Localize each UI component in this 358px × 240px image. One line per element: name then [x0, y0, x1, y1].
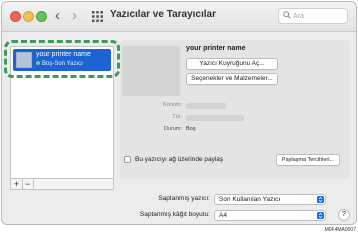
selected-printer-highlight: [4, 40, 120, 78]
sharing-preferences-button[interactable]: Paylaşma Tercihleri...: [276, 154, 340, 166]
chevron-updown-icon: [317, 212, 324, 219]
default-paper-label: Saptanmış kâğıt boyutu:: [139, 211, 210, 218]
search-input[interactable]: [293, 10, 345, 22]
printer-list-toolbar: + −: [10, 178, 114, 190]
close-window-button[interactable]: [10, 11, 21, 22]
location-label: Konum:: [163, 102, 182, 108]
type-label: Tür:: [172, 114, 182, 120]
window-title: Yazıcılar ve Tarayıcılar: [110, 9, 217, 20]
back-button[interactable]: ‹: [55, 8, 60, 23]
default-printer-value: Son Kullanılan Yazıcı: [219, 196, 281, 203]
detail-printer-name: your printer name: [186, 45, 246, 52]
default-printer-select[interactable]: Son Kullanılan Yazıcı: [214, 194, 326, 205]
options-supplies-button[interactable]: Seçenekler ve Malzemeler...: [186, 73, 278, 85]
printer-large-icon: [122, 46, 180, 96]
printers-window: ‹ › Yazıcılar ve Tarayıcılar your printe…: [1, 1, 357, 225]
zoom-window-button[interactable]: [36, 11, 47, 22]
open-print-queue-button[interactable]: Yazıcı Kuyruğunu Aç...: [186, 58, 278, 70]
share-printer-checkbox[interactable]: [124, 156, 131, 163]
type-value-redacted: [186, 115, 244, 121]
minimize-window-button[interactable]: [23, 11, 34, 22]
default-paper-value: A4: [219, 212, 227, 219]
search-icon: [283, 11, 291, 19]
status-label: Durum:: [163, 126, 182, 132]
remove-printer-button[interactable]: −: [22, 179, 34, 189]
printer-detail-panel: your printer name Yazıcı Kuyruğunu Aç...…: [120, 40, 350, 179]
default-printer-label: Saptanmış yazıcı:: [158, 195, 210, 202]
location-value-redacted: [186, 103, 226, 109]
chevron-updown-icon: [317, 196, 324, 203]
share-printer-label: Bu yazıcıyı ağ üzerinde paylaş: [135, 156, 224, 163]
image-reference-code: M0F4MA0007: [324, 227, 356, 233]
forward-button[interactable]: ›: [72, 8, 77, 23]
title-bar: ‹ › Yazıcılar ve Tarayıcılar: [2, 2, 356, 32]
default-paper-select[interactable]: A4: [214, 210, 326, 221]
search-field[interactable]: [278, 8, 348, 24]
status-value: Boş: [186, 126, 196, 132]
help-button[interactable]: ?: [338, 209, 350, 221]
show-all-grid-icon[interactable]: [92, 11, 103, 22]
